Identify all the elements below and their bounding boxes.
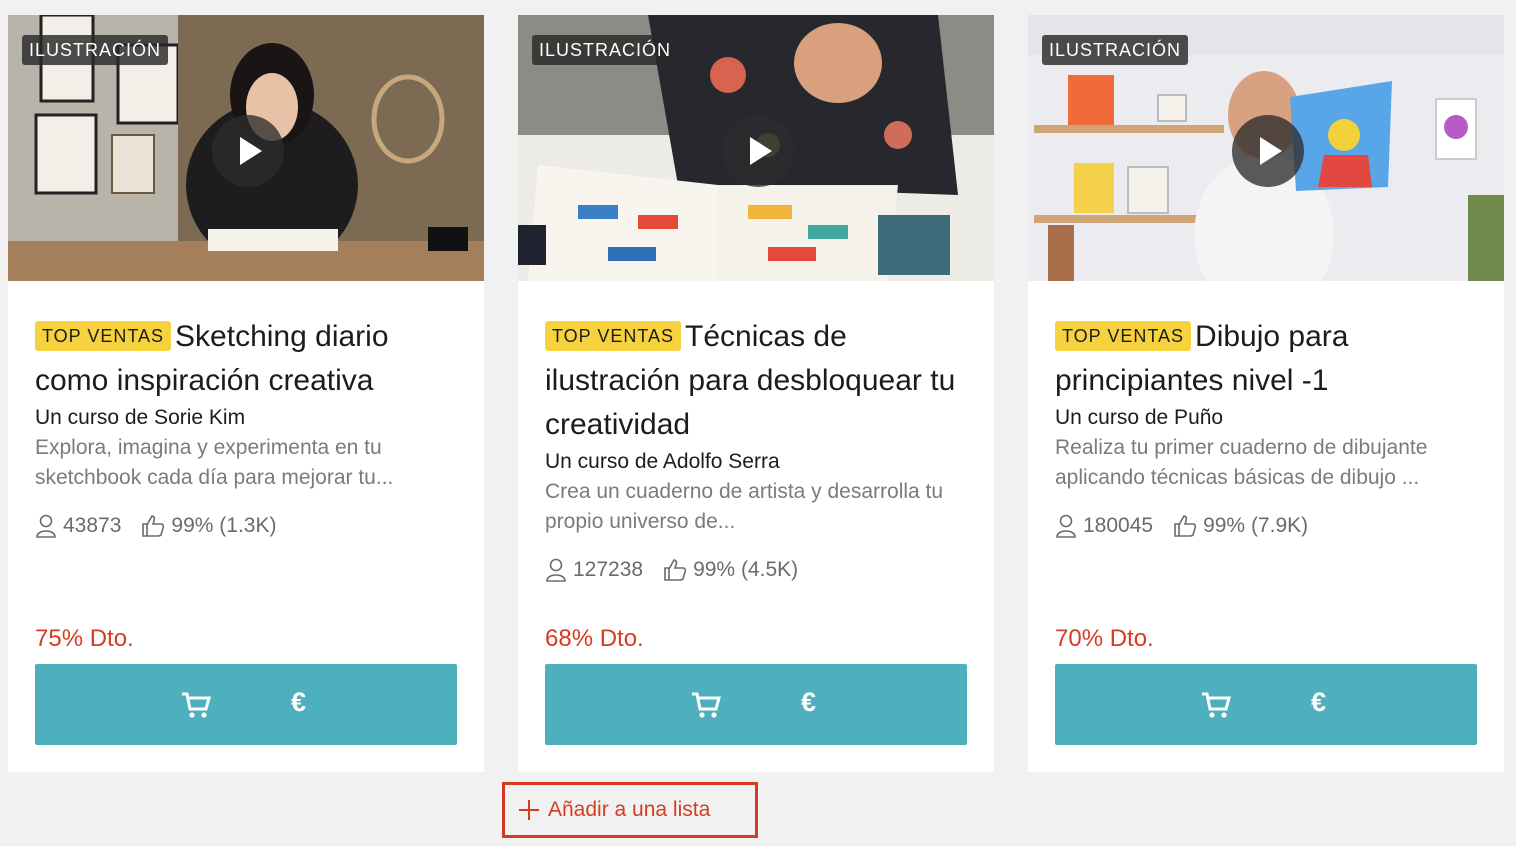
thumbs-up-icon bbox=[664, 559, 687, 581]
rating-stat: 99% (1.3K) bbox=[141, 514, 276, 538]
course-info: TOP VENTAS Sketching diario como inspirac… bbox=[35, 315, 460, 541]
buy-button[interactable]: € bbox=[545, 664, 967, 745]
cart-icon bbox=[692, 692, 721, 718]
user-icon bbox=[1056, 514, 1076, 538]
category-badge: ILUSTRACIÓN bbox=[532, 35, 679, 65]
course-stats: 127238 99% (4.5K) bbox=[545, 555, 970, 585]
course-stats: 180045 99% (7.9K) bbox=[1055, 511, 1480, 541]
students-stat: 127238 bbox=[545, 558, 643, 582]
thumbs-up-icon bbox=[142, 515, 165, 537]
students-stat: 43873 bbox=[35, 514, 121, 538]
course-author: Un curso de Puño bbox=[1055, 406, 1224, 429]
students-count: 43873 bbox=[63, 514, 122, 537]
course-card[interactable]: ILUSTRACIÓN TOP VENTAS Sketching diario c… bbox=[8, 15, 484, 772]
course-description: Crea un cuaderno de artista y desarrolla… bbox=[545, 480, 944, 533]
plus-icon bbox=[519, 800, 539, 820]
price-currency: € bbox=[801, 687, 817, 717]
user-icon bbox=[36, 514, 56, 538]
rating-stat: 99% (4.5K) bbox=[663, 558, 798, 582]
thumbs-up-icon bbox=[1174, 515, 1197, 537]
students-count: 180045 bbox=[1083, 514, 1154, 537]
top-ventas-badge: TOP VENTAS bbox=[1055, 321, 1192, 351]
course-title[interactable]: TOP VENTAS Sketching diario como inspirac… bbox=[35, 315, 460, 403]
course-author: Un curso de Adolfo Serra bbox=[545, 450, 780, 473]
top-ventas-badge: TOP VENTAS bbox=[35, 321, 172, 351]
cart-icon bbox=[1202, 692, 1231, 718]
course-title[interactable]: TOP VENTAS Técnicas de ilustración para d… bbox=[545, 315, 970, 447]
course-info: TOP VENTAS Técnicas de ilustración para d… bbox=[545, 315, 970, 585]
course-author: Un curso de Sorie Kim bbox=[35, 406, 246, 429]
course-description: Realiza tu primer cuaderno de dibujante … bbox=[1055, 436, 1428, 489]
course-thumbnail[interactable]: ILUSTRACIÓN bbox=[8, 15, 484, 281]
price-currency: € bbox=[291, 687, 307, 717]
discount-label: 70% Dto. bbox=[1055, 625, 1154, 652]
discount-label: 75% Dto. bbox=[35, 625, 134, 652]
buy-button[interactable]: € bbox=[1055, 664, 1477, 745]
buy-button[interactable]: € bbox=[35, 664, 457, 745]
add-to-list-label: Añadir a una lista bbox=[548, 798, 711, 821]
course-card[interactable]: ILUSTRACIÓN TOP VENTAS Técnicas de ilustr… bbox=[518, 15, 994, 772]
students-stat: 180045 bbox=[1055, 514, 1153, 538]
course-thumbnail[interactable]: ILUSTRACIÓN bbox=[1028, 15, 1504, 281]
students-count: 127238 bbox=[573, 558, 644, 581]
rating-stat: 99% (7.9K) bbox=[1173, 514, 1308, 538]
play-icon[interactable] bbox=[212, 115, 284, 187]
rating-value: 99% (4.5K) bbox=[693, 558, 799, 581]
course-title[interactable]: TOP VENTAS Dibujo para principiantes nive… bbox=[1055, 315, 1480, 403]
add-to-list-button[interactable]: Añadir a una lista bbox=[502, 782, 758, 838]
course-card[interactable]: ILUSTRACIÓN TOP VENTAS Dibujo para princi… bbox=[1028, 15, 1504, 772]
category-badge: ILUSTRACIÓN bbox=[22, 35, 169, 65]
category-badge: ILUSTRACIÓN bbox=[1042, 35, 1189, 65]
play-icon[interactable] bbox=[1232, 115, 1304, 187]
rating-value: 99% (7.9K) bbox=[1203, 514, 1309, 537]
play-icon[interactable] bbox=[722, 115, 794, 187]
course-stats: 43873 99% (1.3K) bbox=[35, 511, 460, 541]
course-info: TOP VENTAS Dibujo para principiantes nive… bbox=[1055, 315, 1480, 541]
price-currency: € bbox=[1311, 687, 1327, 717]
cart-icon bbox=[182, 692, 211, 718]
course-thumbnail[interactable]: ILUSTRACIÓN bbox=[518, 15, 994, 281]
user-icon bbox=[546, 558, 566, 582]
rating-value: 99% (1.3K) bbox=[171, 514, 277, 537]
course-description: Explora, imagina y experimenta en tu ske… bbox=[35, 436, 394, 489]
discount-label: 68% Dto. bbox=[545, 625, 644, 652]
top-ventas-badge: TOP VENTAS bbox=[545, 321, 682, 351]
